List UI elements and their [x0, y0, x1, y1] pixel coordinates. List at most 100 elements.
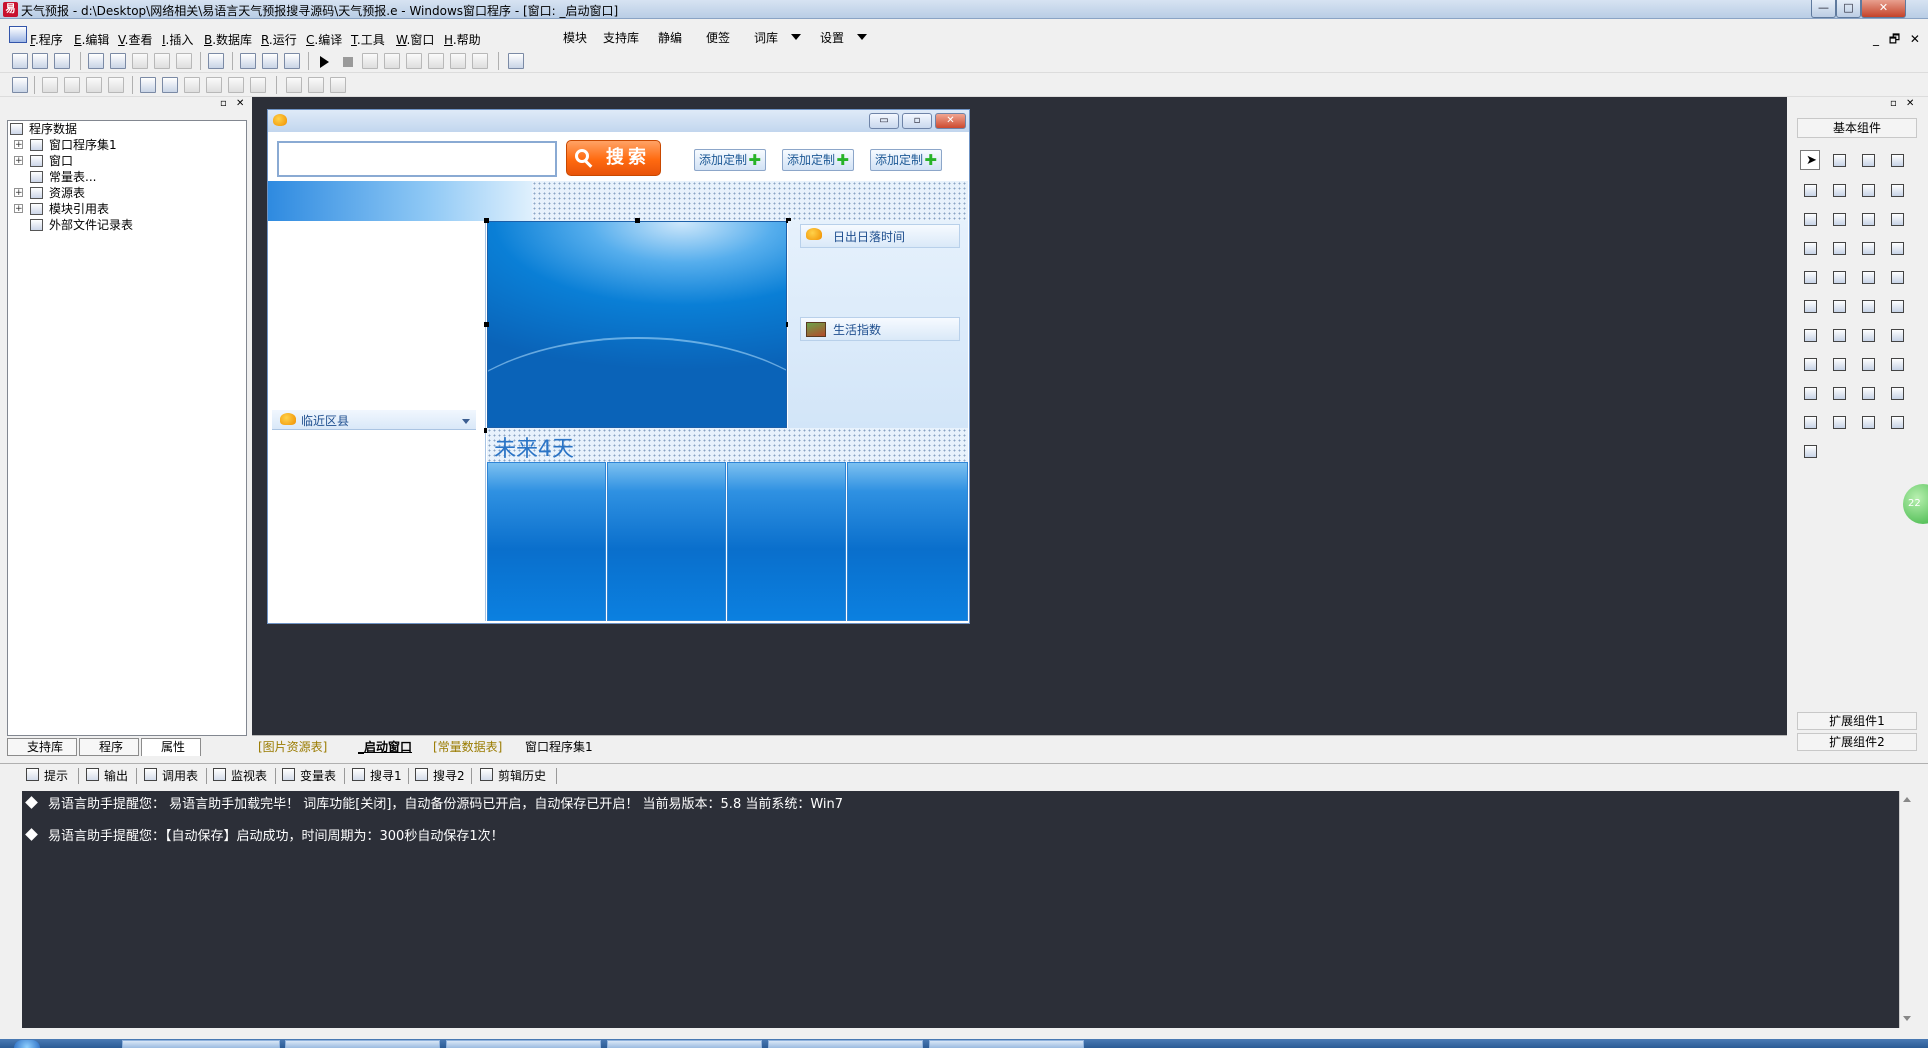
- data-source-tool-icon[interactable]: [1887, 383, 1907, 403]
- output-scrollbar[interactable]: [1899, 791, 1916, 1028]
- tree-item-module-references[interactable]: 模块引用表: [49, 201, 109, 217]
- add-custom-button-2[interactable]: 添加定制 ✚: [782, 149, 854, 171]
- space-horizontal-icon[interactable]: [228, 77, 244, 93]
- checkbox-tool-icon[interactable]: [1800, 209, 1820, 229]
- tab-support-library[interactable]: 支持库: [7, 738, 77, 756]
- taskbar-item[interactable]: [122, 1040, 280, 1048]
- center-horizontal-icon[interactable]: [140, 77, 156, 93]
- form-minimize-button[interactable]: ▭: [869, 113, 899, 129]
- extended-components-1[interactable]: 扩展组件1: [1797, 712, 1917, 730]
- expand-icon[interactable]: +: [14, 140, 23, 150]
- tree-item-window[interactable]: 窗口: [49, 153, 73, 169]
- resize-handle[interactable]: [484, 218, 489, 223]
- hand-icon[interactable]: [472, 53, 488, 69]
- same-size-icon[interactable]: [286, 77, 302, 93]
- odbc-data-tool-icon[interactable]: [1800, 441, 1820, 461]
- database-tool-icon[interactable]: [1829, 325, 1849, 345]
- taskbar-item[interactable]: [768, 1040, 923, 1048]
- tab-variables[interactable]: 变量表: [282, 766, 336, 786]
- tab-search-2[interactable]: 搜寻2: [415, 766, 465, 786]
- timer-tool-icon[interactable]: [1800, 354, 1820, 374]
- menu-settings[interactable]: 设置: [820, 29, 844, 47]
- server-tool-icon[interactable]: [1800, 383, 1820, 403]
- basic-components-header[interactable]: 基本组件: [1797, 118, 1917, 138]
- chart-tool-icon[interactable]: [1858, 412, 1878, 432]
- minimize-button[interactable]: —: [1811, 0, 1836, 18]
- tree-item-window-program-set[interactable]: 窗口程序集1: [49, 137, 117, 153]
- run-to-cursor-icon[interactable]: [428, 53, 444, 69]
- text-tool-icon[interactable]: [1858, 180, 1878, 200]
- toolbox-controls[interactable]: ▫ ✕: [1890, 98, 1917, 109]
- expand-icon[interactable]: +: [14, 156, 23, 166]
- tab-startup-window[interactable]: _启动窗口: [358, 739, 412, 755]
- forecast-day-card-4[interactable]: [847, 462, 968, 621]
- resize-handle[interactable]: [484, 322, 489, 327]
- database-connect-tool-icon[interactable]: [1829, 412, 1849, 432]
- expand-icon[interactable]: +: [14, 188, 23, 198]
- label-tool-icon[interactable]: [1829, 150, 1849, 170]
- find-icon[interactable]: [208, 53, 224, 69]
- align-right-icon[interactable]: [64, 77, 80, 93]
- grid-tool-icon[interactable]: [1800, 238, 1820, 258]
- layout-top-icon[interactable]: [262, 53, 278, 69]
- close-button[interactable]: ✕: [1861, 0, 1906, 18]
- combo-box-tool-icon[interactable]: [1858, 209, 1878, 229]
- tab-watch[interactable]: 监视表: [213, 766, 267, 786]
- step-into-icon[interactable]: [362, 53, 378, 69]
- menu-run[interactable]: R.运行: [261, 31, 297, 49]
- tree-root-program-data[interactable]: 程序数据: [29, 121, 77, 137]
- image-button-tool-icon[interactable]: [1858, 296, 1878, 316]
- menu-help[interactable]: H.帮助: [444, 31, 481, 49]
- pointer-tool-icon[interactable]: ➤: [1800, 150, 1820, 170]
- vertical-scroll-tool-icon[interactable]: [1858, 238, 1878, 258]
- data-provider-tool-icon[interactable]: [1800, 412, 1820, 432]
- edit-box-tool-icon[interactable]: [1800, 180, 1820, 200]
- lock-controls-icon[interactable]: [330, 77, 346, 93]
- form-close-button[interactable]: ✕: [935, 113, 966, 129]
- tab-clipboard-history[interactable]: 剪辑历史: [480, 766, 546, 786]
- maximize-button[interactable]: □: [1836, 0, 1861, 18]
- center-vertical-icon[interactable]: [162, 77, 178, 93]
- taskbar-item[interactable]: [285, 1040, 440, 1048]
- forecast-day-card-2[interactable]: [607, 462, 726, 621]
- copy-icon[interactable]: [110, 53, 126, 69]
- table-tool-icon[interactable]: [1800, 325, 1820, 345]
- project-tree[interactable]: [7, 120, 247, 736]
- status-bar-tool-icon[interactable]: [1887, 325, 1907, 345]
- tab-hints[interactable]: 提示: [26, 766, 68, 786]
- tree-item-external-files[interactable]: 外部文件记录表: [49, 217, 133, 233]
- printer-tool-icon[interactable]: [1829, 354, 1849, 374]
- same-height-icon[interactable]: [206, 77, 222, 93]
- layout-split-icon[interactable]: [284, 53, 300, 69]
- align-bottom-icon[interactable]: [108, 77, 124, 93]
- menu-static-compile[interactable]: 静编: [658, 29, 682, 47]
- ruler-tool-icon[interactable]: [1829, 238, 1849, 258]
- form-maximize-button[interactable]: ▫: [902, 113, 932, 129]
- split-bar-tool-icon[interactable]: [1858, 325, 1878, 345]
- document-icon[interactable]: [9, 26, 27, 43]
- project-panel-controls[interactable]: ▫ ✕: [220, 98, 247, 109]
- step-out-icon[interactable]: [406, 53, 422, 69]
- tab-window-program-set[interactable]: 窗口程序集1: [525, 739, 593, 755]
- slider-tool-icon[interactable]: [1829, 267, 1849, 287]
- undo-icon[interactable]: [176, 53, 192, 69]
- paste-icon[interactable]: [132, 53, 148, 69]
- horizontal-scroll-tool-icon[interactable]: [1887, 238, 1907, 258]
- tab-control-tool-icon[interactable]: [1887, 267, 1907, 287]
- taskbar-item[interactable]: [607, 1040, 762, 1048]
- menu-module[interactable]: 模块: [563, 29, 587, 47]
- menu-window[interactable]: W.窗口: [396, 31, 434, 49]
- tab-output[interactable]: 输出: [86, 766, 128, 786]
- outline-tool-icon[interactable]: [1858, 383, 1878, 403]
- button-tool-icon[interactable]: [1829, 296, 1849, 316]
- rich-text-tool-icon[interactable]: [1887, 296, 1907, 316]
- menu-tools[interactable]: T.工具: [351, 31, 385, 49]
- forecast-day-card-1[interactable]: [487, 462, 606, 621]
- dictionary-dropdown-icon[interactable]: [791, 34, 801, 40]
- calendar-tool-icon[interactable]: [1800, 296, 1820, 316]
- menu-notes[interactable]: 便签: [706, 29, 730, 47]
- step-over-icon[interactable]: [384, 53, 400, 69]
- menu-edit[interactable]: E.编辑: [74, 31, 109, 49]
- tree-item-resources[interactable]: 资源表: [49, 185, 85, 201]
- port-tool-icon[interactable]: [1829, 383, 1849, 403]
